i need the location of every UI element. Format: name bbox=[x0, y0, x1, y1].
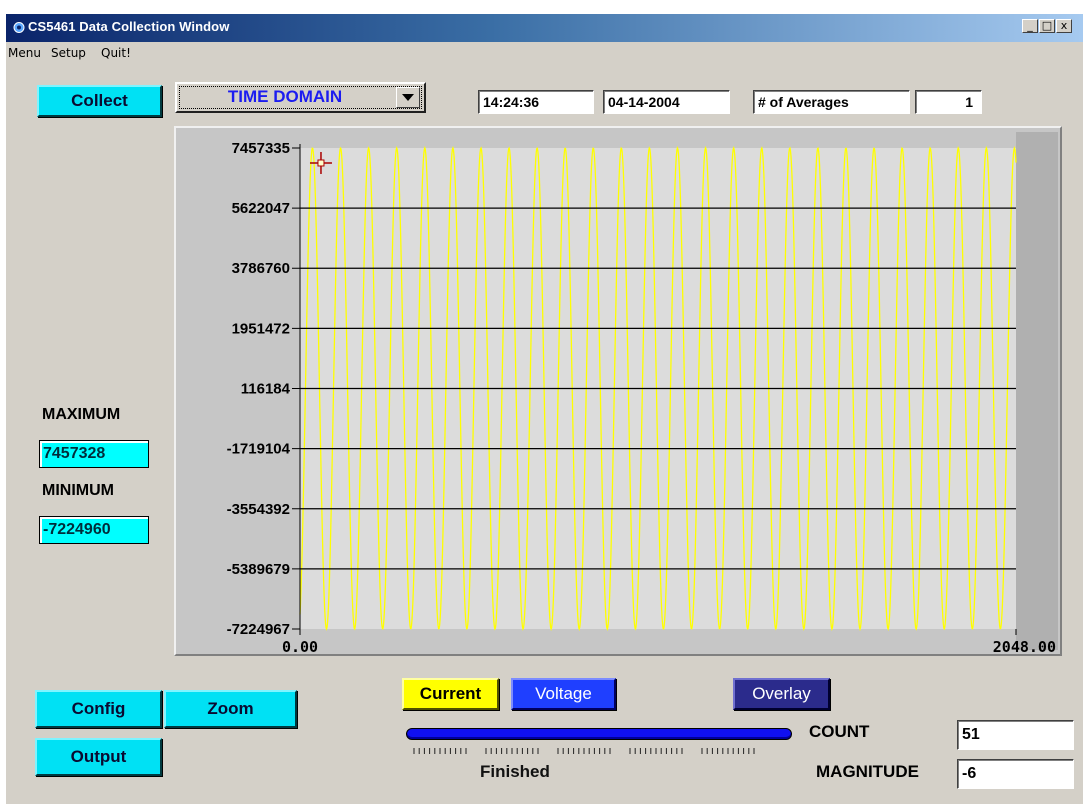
y-tick-label: 116184 bbox=[241, 381, 291, 398]
menu-item-setup[interactable]: Setup bbox=[51, 46, 86, 60]
voltage-button[interactable]: Voltage bbox=[511, 678, 616, 710]
plot-right-margin bbox=[1016, 132, 1058, 650]
output-button[interactable]: Output bbox=[35, 738, 162, 776]
averages-input[interactable]: 1 bbox=[915, 90, 982, 114]
date-field: 04-14-2004 bbox=[603, 90, 730, 114]
domain-selected-value: TIME DOMAIN bbox=[227, 87, 343, 106]
progress-bar bbox=[406, 728, 792, 740]
y-tick-label: -3554392 bbox=[227, 501, 290, 518]
magnitude-field: -6 bbox=[957, 759, 1074, 789]
plot-panel: 7457335 5622047 3786760 1951472 116184 -17191… bbox=[174, 126, 1062, 656]
y-tick-label: -1719104 bbox=[227, 441, 291, 458]
averages-label: # of Averages bbox=[753, 90, 910, 114]
zoom-button[interactable]: Zoom bbox=[164, 690, 297, 728]
current-button[interactable]: Current bbox=[402, 678, 499, 710]
collect-button[interactable]: Collect bbox=[37, 85, 162, 117]
progress-scale bbox=[413, 748, 755, 754]
window-title: CS5461 Data Collection Window bbox=[28, 19, 230, 34]
maximize-button[interactable]: □ bbox=[1039, 19, 1055, 33]
count-label: COUNT bbox=[809, 722, 870, 741]
maximum-value: 7457328 bbox=[39, 440, 149, 468]
magnitude-label: MAGNITUDE bbox=[816, 762, 919, 781]
menu-bar: Menu Setup Quit! bbox=[6, 42, 1083, 64]
maximum-label: MAXIMUM bbox=[42, 406, 121, 423]
app-window: CS5461 Data Collection Window _ □ x Menu… bbox=[6, 14, 1083, 804]
y-tick-label: -7224967 bbox=[227, 621, 290, 638]
menu-item-menu[interactable]: Menu bbox=[8, 46, 41, 60]
overlay-button[interactable]: Overlay bbox=[733, 678, 830, 710]
y-tick-label: 3786760 bbox=[232, 260, 290, 277]
x-tick-label: 0.00 bbox=[282, 638, 318, 654]
domain-dropdown[interactable]: TIME DOMAIN bbox=[175, 82, 426, 113]
menu-item-quit[interactable]: Quit! bbox=[101, 46, 131, 60]
dropdown-arrow-icon[interactable] bbox=[396, 87, 420, 108]
title-bar[interactable]: CS5461 Data Collection Window _ □ x bbox=[6, 14, 1083, 42]
y-tick-label: 7457335 bbox=[232, 140, 290, 157]
minimum-value: -7224960 bbox=[39, 516, 149, 544]
close-button[interactable]: x bbox=[1056, 19, 1072, 33]
time-domain-chart[interactable]: 7457335 5622047 3786760 1951472 116184 -17191… bbox=[176, 128, 1060, 654]
status-text: Finished bbox=[480, 762, 550, 781]
x-tick-label: 2048.00 bbox=[993, 638, 1056, 654]
y-tick-label: 1951472 bbox=[232, 320, 290, 337]
y-tick-label: -5389679 bbox=[227, 561, 290, 578]
config-button[interactable]: Config bbox=[35, 690, 162, 728]
minimize-button[interactable]: _ bbox=[1022, 19, 1038, 33]
app-icon bbox=[13, 22, 25, 33]
count-field: 51 bbox=[957, 720, 1074, 750]
y-tick-label: 5622047 bbox=[232, 200, 290, 217]
minimum-label: MINIMUM bbox=[42, 482, 114, 499]
time-field: 14:24:36 bbox=[478, 90, 594, 114]
